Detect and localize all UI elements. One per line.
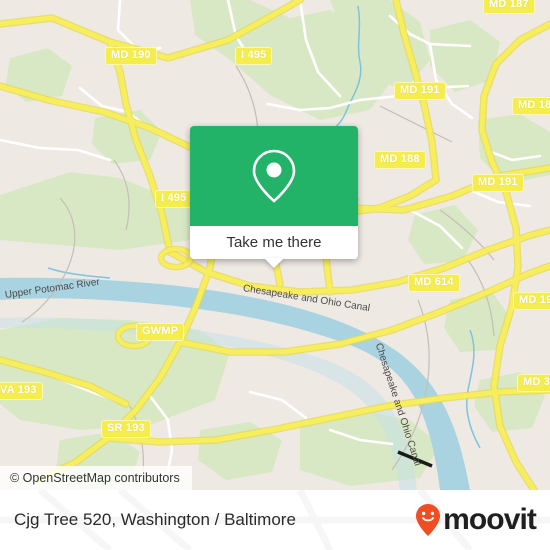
popup-action-area[interactable]: Take me there (190, 226, 358, 259)
road-shield-md-614[interactable]: MD 614 (408, 274, 460, 292)
road-shield-va-193[interactable]: VA 193 (0, 382, 43, 400)
moovit-logo[interactable]: moovit (415, 503, 537, 537)
map-screenshot: Upper Potomac River Chesapeake and Ohio … (0, 0, 550, 550)
popup-pointer (264, 258, 284, 268)
road-shield-md-190-east[interactable]: MD 190 (513, 292, 550, 310)
location-popup-card[interactable]: Take me there (190, 126, 358, 268)
map-pin-icon (252, 149, 296, 203)
road-shield-i-495-west[interactable]: I 495 (155, 190, 193, 208)
page-title: Cjg Tree 520, Washington / Baltimore (14, 510, 296, 529)
road-shield-gwmp[interactable]: GWMP (136, 323, 185, 341)
road-shield-md-191-east[interactable]: MD 191 (472, 174, 524, 192)
road-shield-md-39[interactable]: MD 39 (517, 374, 550, 392)
osm-attribution-text: © OpenStreetMap contributors (10, 471, 180, 485)
road-shield-sr-193[interactable]: SR 193 (101, 420, 151, 438)
road-shield-md-187[interactable]: MD 187 (483, 0, 535, 14)
road-shield-md-188-east[interactable]: MD 18 (512, 97, 550, 115)
moovit-wordmark: moovit (443, 503, 537, 536)
road-shield-md-188[interactable]: MD 188 (374, 151, 426, 169)
osm-attribution[interactable]: © OpenStreetMap contributors (0, 466, 192, 490)
road-shield-i-495[interactable]: I 495 (235, 47, 273, 65)
road-shield-md-190[interactable]: MD 190 (105, 47, 157, 65)
take-me-there-label: Take me there (226, 234, 322, 251)
popup-pin-area (190, 126, 358, 226)
road-shield-md-191[interactable]: MD 191 (394, 82, 446, 100)
map-canvas[interactable]: Upper Potomac River Chesapeake and Ohio … (0, 0, 550, 490)
moovit-pin-smiley-icon (416, 504, 441, 536)
footer-bar: Cjg Tree 520, Washington / Baltimore moo… (0, 490, 550, 550)
